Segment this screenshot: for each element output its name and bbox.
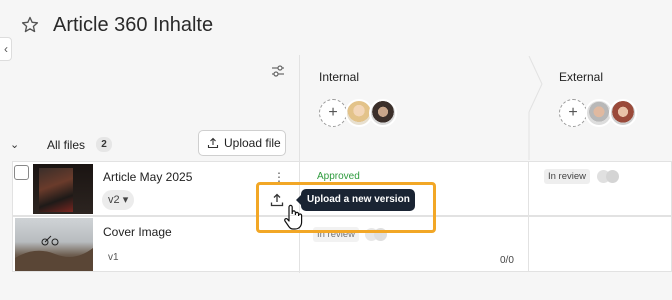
magazine-cover-image xyxy=(39,168,73,212)
add-external-reviewer-button[interactable]: + xyxy=(559,99,587,127)
upload-version-tooltip: Upload a new version xyxy=(296,189,415,211)
upload-file-label: Upload file xyxy=(224,136,281,150)
add-internal-reviewer-button[interactable]: + xyxy=(319,99,347,127)
file-select-checkbox[interactable] xyxy=(14,165,29,180)
upload-file-button[interactable]: Upload file xyxy=(198,130,286,156)
version-selector[interactable]: v2 ▾ xyxy=(102,190,135,210)
external-reviewers: + xyxy=(559,99,637,127)
hand-cursor-icon xyxy=(284,204,303,230)
avatar[interactable] xyxy=(369,99,397,127)
file-name[interactable]: Cover Image xyxy=(103,225,172,239)
all-files-label: All files xyxy=(47,138,86,152)
column-divider xyxy=(528,161,529,272)
sidebar-collapse-button[interactable]: ‹ xyxy=(0,37,12,61)
collapse-all-files-chevron-icon[interactable]: ⌄ xyxy=(10,138,19,151)
status-toggle[interactable] xyxy=(597,170,619,183)
filter-settings-icon[interactable] xyxy=(270,63,286,79)
stage-separator-chevron-icon xyxy=(528,56,543,160)
internal-reviewers: + xyxy=(319,99,397,127)
column-header-internal: Internal xyxy=(319,70,360,84)
avatar[interactable] xyxy=(609,99,637,127)
file-thumbnail[interactable] xyxy=(33,164,93,214)
file-count-badge: 2 xyxy=(96,137,112,152)
app-page: Article 360 Inhalte ‹ ⌄ All files 2 Uplo… xyxy=(0,0,672,300)
chevron-down-icon: ▾ xyxy=(122,194,129,206)
version-label: v1 xyxy=(108,252,119,263)
version-label: v2 xyxy=(108,194,120,206)
comment-count: 0/0 xyxy=(500,255,514,266)
column-header-external: External xyxy=(559,70,604,84)
file-thumbnail[interactable] xyxy=(15,218,93,271)
page-title: Article 360 Inhalte xyxy=(53,14,214,36)
star-icon[interactable] xyxy=(20,15,40,35)
internal-status-badge: Approved xyxy=(317,171,360,182)
external-status-badge: In review xyxy=(544,169,591,184)
upload-icon xyxy=(207,137,219,149)
title-bar: Article 360 Inhalte xyxy=(0,0,672,55)
file-name[interactable]: Article May 2025 xyxy=(103,170,192,184)
cover-photo-image xyxy=(15,235,93,271)
